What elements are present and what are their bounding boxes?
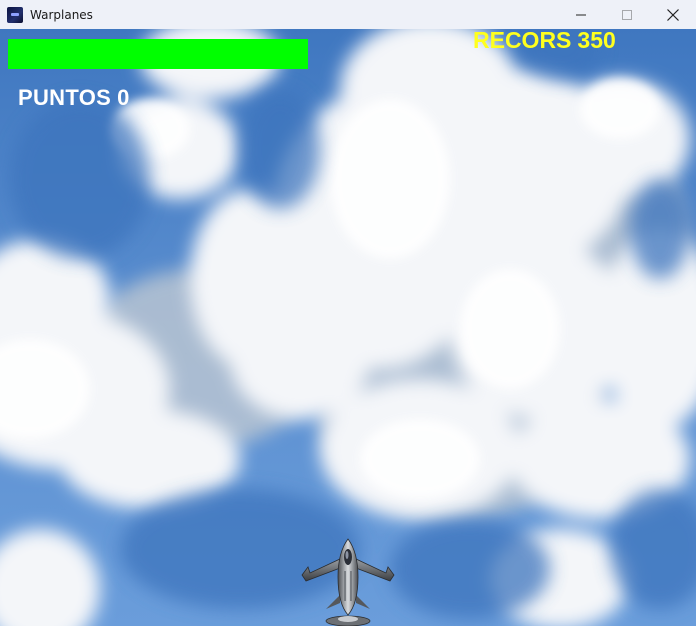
score-value: 0 xyxy=(117,85,130,110)
minimize-icon xyxy=(576,14,586,15)
warplanes-app-icon xyxy=(7,6,23,23)
maximize-icon xyxy=(622,9,632,20)
window-title: Warplanes xyxy=(30,7,93,22)
record-value: 350 xyxy=(577,29,616,53)
close-button[interactable] xyxy=(650,0,696,29)
record-display: RECORS 350 xyxy=(473,29,616,54)
record-label: RECORS xyxy=(473,29,572,53)
minimize-button[interactable] xyxy=(558,0,604,29)
close-icon xyxy=(667,8,679,21)
game-window: Warplanes PUNTOS 0 RECORS 350 xyxy=(0,0,696,626)
title-bar[interactable]: Warplanes xyxy=(0,0,696,29)
fighter-jet-icon xyxy=(301,538,395,626)
game-canvas[interactable]: PUNTOS 0 RECORS 350 xyxy=(0,29,696,626)
health-bar-fill xyxy=(8,39,308,69)
score-display: PUNTOS 0 xyxy=(18,85,130,111)
maximize-button[interactable] xyxy=(604,0,650,29)
window-controls xyxy=(558,0,696,29)
health-bar xyxy=(8,39,308,69)
score-label: PUNTOS xyxy=(18,85,112,110)
